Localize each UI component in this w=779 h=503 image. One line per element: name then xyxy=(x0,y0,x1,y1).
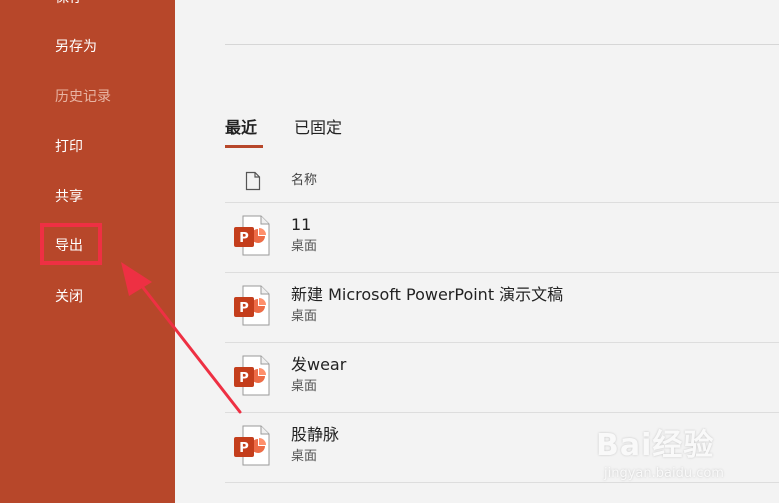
file-location: 桌面 xyxy=(291,239,318,254)
file-location: 桌面 xyxy=(291,309,318,324)
svg-text:P: P xyxy=(239,231,249,246)
file-name: 11 xyxy=(291,215,312,234)
recent-file-row[interactable]: P 11 桌面 xyxy=(225,202,779,272)
file-name: 新建 Microsoft PowerPoint 演示文稿 xyxy=(291,285,564,304)
active-tab-indicator xyxy=(225,145,263,148)
divider xyxy=(225,44,779,45)
column-header-name[interactable]: 名称 xyxy=(291,172,317,190)
file-name: 股静脉 xyxy=(291,425,340,444)
tab-pinned[interactable]: 已固定 xyxy=(294,117,342,139)
recent-file-row[interactable]: P 发wear 桌面 xyxy=(225,342,779,412)
sidebar-item-export[interactable]: 导出 xyxy=(55,236,83,256)
powerpoint-file-icon: P xyxy=(233,285,273,331)
sidebar-item-save-as[interactable]: 另存为 xyxy=(55,37,97,57)
tab-recent[interactable]: 最近 xyxy=(225,117,257,139)
sidebar-item-close[interactable]: 关闭 xyxy=(55,287,83,307)
powerpoint-backstage-view: 保存 另存为 历史记录 打印 共享 导出 关闭 最近 已固定 名称 xyxy=(0,0,779,503)
powerpoint-file-icon: P xyxy=(233,425,273,471)
recent-file-row[interactable]: P 股静脉 桌面 xyxy=(225,412,779,482)
recent-file-row[interactable]: P 新建 Microsoft PowerPoint 演示文稿 桌面 xyxy=(225,272,779,342)
sidebar-item-history[interactable]: 历史记录 xyxy=(55,87,111,107)
powerpoint-file-icon: P xyxy=(233,215,273,261)
svg-text:P: P xyxy=(239,441,249,456)
sidebar-item-print[interactable]: 打印 xyxy=(55,137,83,157)
sidebar-item-share[interactable]: 共享 xyxy=(55,187,83,207)
document-icon xyxy=(245,171,261,195)
svg-text:P: P xyxy=(239,301,249,316)
divider xyxy=(225,482,779,483)
svg-text:P: P xyxy=(239,371,249,386)
powerpoint-file-icon: P xyxy=(233,355,273,401)
file-location: 桌面 xyxy=(291,379,318,394)
file-location: 桌面 xyxy=(291,449,318,464)
file-name: 发wear xyxy=(291,355,347,374)
sidebar-item-save[interactable]: 保存 xyxy=(55,0,83,8)
recent-files-panel: 最近 已固定 名称 P 11 桌面 P 新建 Microsoft PowerPo… xyxy=(175,0,779,503)
backstage-sidebar: 保存 另存为 历史记录 打印 共享 导出 关闭 xyxy=(0,0,175,503)
